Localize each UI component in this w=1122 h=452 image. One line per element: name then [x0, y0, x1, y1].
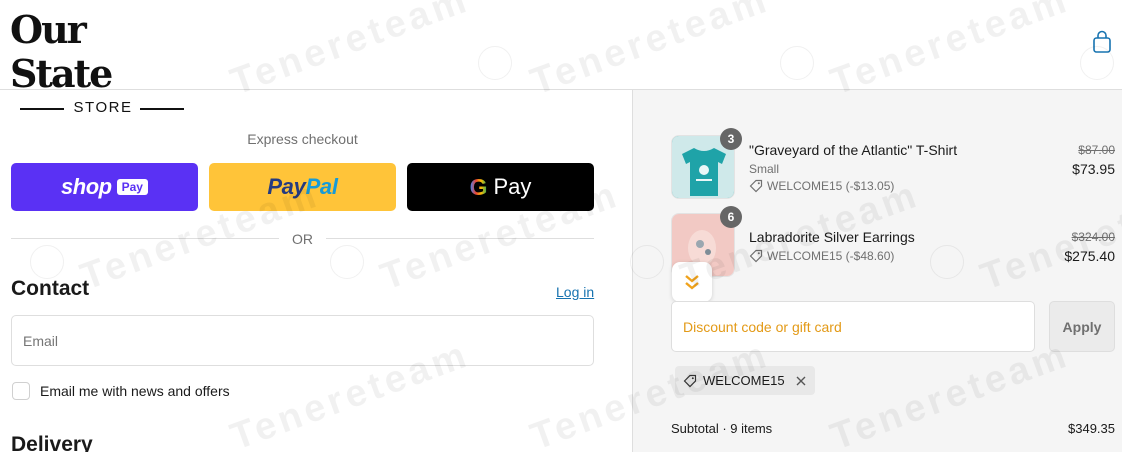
paypal-button[interactable]: PayPal — [209, 163, 396, 211]
shopping-bag-icon[interactable] — [1092, 30, 1112, 54]
newsletter-checkbox[interactable] — [12, 382, 30, 400]
subtotal-value: $349.35 — [1068, 421, 1115, 436]
delivery-heading: Delivery — [11, 433, 93, 452]
email-field[interactable] — [11, 315, 594, 366]
or-divider: OR — [11, 229, 594, 249]
applied-discount-code: WELCOME15 — [703, 373, 785, 388]
item-discount: WELCOME15 (-$13.05) — [749, 179, 894, 193]
google-pay-wordmark: G Pay — [469, 173, 532, 200]
item-discount: WELCOME15 (-$48.60) — [749, 249, 894, 263]
subtotal-label: Subtotal · 9 items — [671, 421, 773, 436]
express-checkout-label: Express checkout — [247, 131, 358, 147]
google-g-icon: G — [469, 173, 488, 200]
watermark-seal — [330, 245, 364, 279]
coupon-helper-button[interactable] — [672, 262, 712, 302]
site-header: Our State STORE — [0, 0, 1122, 116]
discount-tag-icon — [749, 249, 763, 263]
discount-code-input[interactable] — [671, 301, 1035, 352]
discount-tag-icon — [683, 374, 697, 387]
item-name: Labradorite Silver Earrings — [749, 229, 915, 245]
item-name: "Graveyard of the Atlantic" T-Shirt — [749, 142, 958, 158]
shop-pay-button[interactable]: shop Pay — [11, 163, 198, 211]
discount-tag-icon — [749, 179, 763, 193]
apply-discount-button[interactable]: Apply — [1049, 301, 1115, 352]
double-chevron-down-icon — [685, 275, 699, 290]
item-price: $73.95 — [1072, 161, 1115, 177]
google-pay-button[interactable]: G Pay — [407, 163, 594, 211]
item-quantity-badge: 3 — [720, 128, 742, 150]
shop-pay-wordmark: shop — [61, 174, 112, 199]
watermark-seal — [30, 245, 64, 279]
shop-pay-badge: Pay — [116, 179, 148, 195]
remove-discount-icon[interactable] — [795, 375, 807, 387]
contact-heading: Contact — [11, 277, 90, 300]
item-original-price: $87.00 — [1078, 143, 1115, 157]
applied-discount-chip: WELCOME15 — [675, 366, 815, 395]
login-link[interactable]: Log in — [556, 284, 594, 300]
newsletter-label: Email me with news and offers — [40, 383, 230, 399]
item-variant: Small — [749, 162, 780, 176]
item-price: $275.40 — [1064, 248, 1115, 264]
paypal-wordmark: PayPal — [267, 174, 338, 199]
item-original-price: $324.00 — [1071, 230, 1115, 244]
store-logo[interactable]: Our State STORE — [10, 8, 196, 118]
item-quantity-badge: 6 — [720, 206, 742, 228]
logo-title: Our State — [10, 7, 113, 96]
logo-subtitle: STORE — [10, 98, 196, 118]
